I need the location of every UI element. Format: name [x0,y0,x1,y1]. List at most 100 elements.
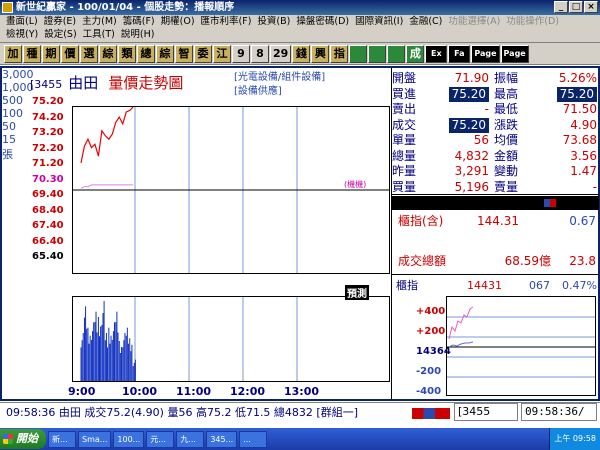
mini-index-line [448,306,474,340]
industry-tags: [光電設備/組件設備] [設備供應] [234,71,325,99]
menu-item[interactable]: 投資(B) [254,15,293,28]
toolbar-button[interactable]: Fa [448,44,471,63]
quote-label: 總量 [392,148,417,163]
price-chart-svg [73,107,389,273]
taskbar-task[interactable]: ... [239,430,268,448]
industry-line2[interactable]: [設備供應] [234,85,325,99]
start-button[interactable]: 開始 [0,429,46,449]
quote-value: 56 [473,133,489,147]
menu-item[interactable]: 匯市利率(F) [198,15,255,28]
taskbar-task[interactable]: 新... [48,430,76,448]
taskbar-task[interactable]: 元... [146,430,175,448]
quote-value: - [484,102,489,116]
avg-tag: (機機) [344,180,367,189]
toolbar-button[interactable]: 智 [175,44,193,63]
price-tick: 75.20 [32,96,64,107]
taskbar-task[interactable]: 345... [206,430,238,448]
stock-code-input[interactable]: [3455 [454,403,518,421]
quote-value: 71.50 [562,102,597,116]
quote-panel: 開盤 71.90 振幅 5.26% 買進 75.20 最高 75.20 賣出 - 最低 71.50 成交… [391,68,599,399]
quote-value: 71.90 [454,71,489,85]
toolbar-button[interactable]: 總 [137,44,155,63]
quote-value: 3.56 [570,148,597,163]
toolbar-button[interactable]: 綜 [99,44,117,63]
menu-item[interactable]: 功能操作(D) [503,15,562,28]
quote-label: 變動 [494,164,519,178]
taskbar-task[interactable]: 九... [176,430,205,448]
price-tick: 66.40 [32,235,64,247]
minimize-button[interactable]: _ [554,1,568,13]
quote-label: 均價 [494,133,519,147]
toolbar-button[interactable]: 9 [232,44,250,63]
mini-axis-tick: -400 [416,386,442,397]
toolbar-button[interactable]: 興 [311,44,330,63]
toolbar-button[interactable] [349,44,368,63]
menu-item[interactable]: 功能選擇(A) [445,15,503,28]
quote-value: 1.47 [570,164,597,178]
toolbar-button[interactable]: 綜 [156,44,174,63]
taskbar-task[interactable]: 100... [113,430,145,448]
quote-label: 賣量 [494,179,519,194]
price-tick: 71.20 [32,158,64,169]
toolbar-button[interactable]: Ex [425,44,448,63]
stock-code: [3455 [30,78,63,91]
status-bar-graph [412,408,450,419]
quote-value: 73.68 [562,133,597,147]
menu-item[interactable]: 檢視(Y) [3,28,41,41]
toolbar-button[interactable]: 選 [80,44,98,63]
close-button[interactable]: × [584,1,598,13]
toolbar-button[interactable]: 江 [213,44,231,63]
mini-index-chart[interactable] [446,296,596,396]
quote-value: 75.20 [448,117,489,133]
time-tick: 12:00 [230,385,266,398]
time-tick: 11:00 [176,385,212,398]
menu-item[interactable]: 設定(S) [41,28,79,41]
industry-line1[interactable]: [光電設備/組件設備] [234,71,325,85]
toolbar-button[interactable] [387,44,406,63]
menu-item[interactable]: 工具(T) [80,28,118,41]
toolbar-button[interactable]: 8 [251,44,269,63]
toolbar-button[interactable]: 指 [330,44,349,63]
app-logo-icon [2,2,13,13]
quote-label: 開盤 [392,71,417,85]
menu-item[interactable]: 金融(C) [406,15,445,28]
volume-plot[interactable] [72,296,390,382]
status-ticker: 09:58:36 由田 成交75.2(4.90) 量56 高75.2 低71.5… [6,406,359,419]
toolbar-button[interactable]: 加 [4,44,22,63]
price-plot[interactable] [72,106,390,274]
toolbar-button[interactable]: Page [471,44,500,63]
menu-item[interactable]: 畫面(L) [3,15,41,28]
toolbar-button[interactable]: Page [500,44,529,63]
quote-row: 開盤 71.90 振幅 5.26% [392,71,599,86]
toolbar-button[interactable]: 類 [118,44,136,63]
menu-item[interactable]: 主力(M) [79,15,120,28]
price-tick: 69.40 [32,189,64,200]
quote-value: 4,832 [454,148,489,163]
toolbar-button[interactable]: 成 [406,44,425,63]
price-tick: 65.40 [32,251,64,262]
toolbar-button[interactable]: 期 [42,44,60,63]
toolbar: 加種期價選綜類總綜智委江 9 8 29 錢興指成 Ex Fa Page Page [0,43,600,65]
toolbar-button[interactable]: 29 [270,44,292,63]
toolbar-button[interactable]: 價 [61,44,79,63]
forecast-button[interactable]: 預測 [345,285,369,300]
mini-axis-tick: -200 [416,366,442,377]
quote-row: 成交 75.20 漲跌 4.90 [392,117,599,133]
toolbar-button[interactable]: 種 [23,44,41,63]
quote-label: 成交 [392,117,417,132]
menu-item[interactable]: 國際資訊(I) [352,15,406,28]
menu-item[interactable]: 證券(E) [41,15,79,28]
taskbar-task[interactable]: Sma... [78,430,112,448]
menu-item[interactable]: 操盤密碼(D) [293,15,352,28]
price-tick: 73.20 [32,127,64,138]
toolbar-button[interactable]: 錢 [292,44,311,63]
quote-label: 金額 [494,148,519,163]
menu-item[interactable]: 期權(O) [158,15,198,28]
index-row[interactable]: 櫃指(含) 144.31 0.67 [392,214,599,229]
menu-item[interactable]: 說明(H) [118,28,158,41]
toolbar-button[interactable]: 委 [194,44,212,63]
menu-item[interactable]: 籌碼(F) [120,15,158,28]
toolbar-button[interactable] [368,44,387,63]
maximize-button[interactable]: □ [569,1,583,13]
quote-row: 昨量 3,291 變動 1.47 [392,164,599,179]
